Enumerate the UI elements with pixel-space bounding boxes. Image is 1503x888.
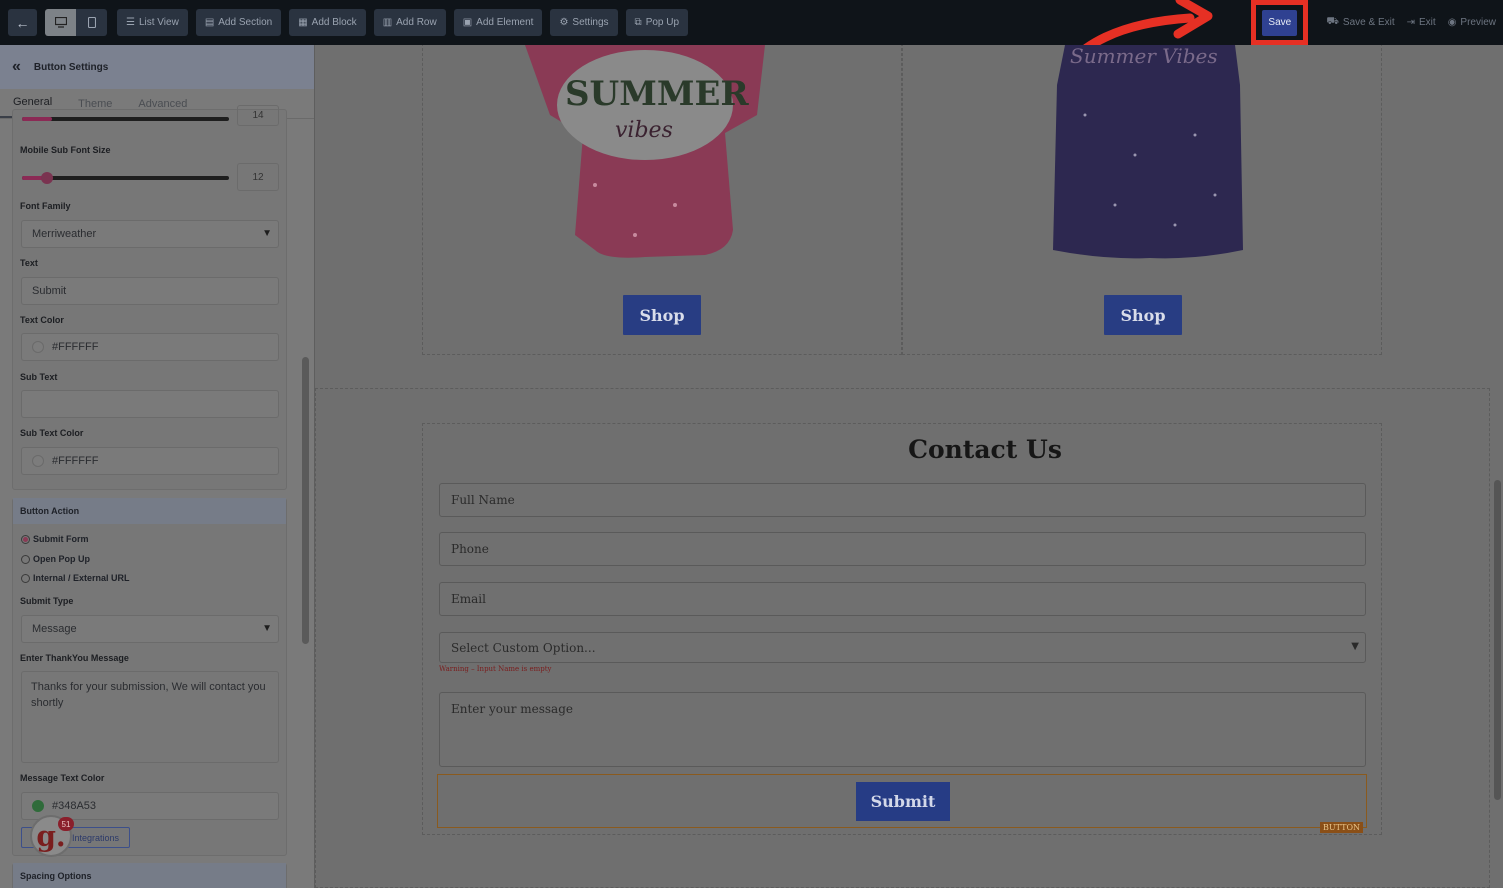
section-icon: ▤ bbox=[204, 17, 215, 28]
mobile-sub-font-size-slider[interactable] bbox=[22, 172, 229, 184]
settings-sidebar: « Button Settings General Theme Advanced… bbox=[0, 45, 315, 888]
contact-title: Contact Us bbox=[908, 435, 1062, 464]
arrow-left-icon: ← bbox=[15, 14, 30, 31]
submit-button-wrapper[interactable]: Submit BUTTON bbox=[437, 774, 1367, 833]
sub-text-input[interactable] bbox=[21, 390, 279, 418]
mobile-sub-font-size-label: Mobile Sub Font Size bbox=[20, 145, 111, 155]
button-action-header: Button Action bbox=[13, 498, 286, 524]
add-block-button[interactable]: ▦ Add Block bbox=[289, 9, 366, 36]
text-label: Text bbox=[20, 258, 38, 268]
save-highlight: Save bbox=[1251, 0, 1309, 45]
mobile-icon bbox=[87, 17, 96, 28]
sub-text-label: Sub Text bbox=[20, 372, 58, 382]
editor-canvas: SUMMER vibes Summer Vibes Shop Shop Cont… bbox=[315, 45, 1503, 888]
add-row-button[interactable]: ▥ Add Row bbox=[373, 9, 446, 36]
shirt-art-text: SUMMER bbox=[565, 74, 749, 114]
thankyou-label: Enter ThankYou Message bbox=[20, 653, 129, 663]
back-button[interactable]: ← bbox=[8, 9, 37, 36]
sub-font-size-slider[interactable] bbox=[22, 117, 229, 121]
row-icon: ▥ bbox=[382, 17, 393, 28]
list-view-button[interactable]: ☰ List View bbox=[117, 9, 188, 36]
thankyou-message-textarea[interactable]: Thanks for your submission, We will cont… bbox=[21, 671, 279, 763]
radio-dot bbox=[21, 554, 30, 564]
add-element-button[interactable]: ▣ Add Element bbox=[453, 9, 543, 36]
block-icon: ▦ bbox=[298, 17, 308, 28]
radio-submit-form[interactable]: Submit Form bbox=[21, 534, 89, 544]
pink-tshirt-image: SUMMER vibes bbox=[525, 45, 765, 258]
warning-text: Warning – Input Name is empty bbox=[439, 665, 552, 673]
radio-open-popup[interactable]: Open Pop Up bbox=[21, 554, 90, 564]
exit-button[interactable]: ⇥ Exit bbox=[1407, 17, 1436, 28]
button-text-input[interactable]: Submit bbox=[21, 277, 279, 305]
spacing-options-header[interactable]: Spacing Options bbox=[13, 863, 286, 888]
eye-icon: ◉ bbox=[1447, 17, 1457, 28]
desktop-icon bbox=[54, 17, 67, 28]
settings-icon: ⚙ bbox=[559, 17, 569, 28]
sub-text-color-input[interactable]: #FFFFFF bbox=[21, 447, 279, 475]
element-icon: ▣ bbox=[462, 17, 473, 28]
save-button[interactable]: Save bbox=[1262, 9, 1298, 36]
canvas-scrollbar[interactable] bbox=[1494, 480, 1501, 800]
radio-url[interactable]: Internal / External URL bbox=[21, 573, 130, 583]
full-name-input[interactable]: Full Name bbox=[439, 483, 1366, 517]
text-color-input[interactable]: #FFFFFF bbox=[21, 333, 279, 361]
text-color-label: Text Color bbox=[20, 315, 64, 325]
top-toolbar: ← ☰ List View ▤ Add Section ▦ Add Block ▥ Ad… bbox=[0, 0, 1503, 45]
mobile-sub-font-size-input[interactable]: 12 bbox=[237, 163, 279, 191]
radio-dot bbox=[21, 534, 30, 544]
sub-font-size-input[interactable]: 14 bbox=[237, 105, 279, 126]
svg-text:vibes: vibes bbox=[615, 118, 673, 143]
save-exit-button[interactable]: ⛟ Save & Exit bbox=[1326, 16, 1394, 29]
chevron-down-icon: ▼ bbox=[262, 623, 272, 634]
email-input[interactable]: Email bbox=[439, 582, 1366, 616]
slider-thumb[interactable] bbox=[40, 172, 53, 184]
phone-input[interactable]: Phone bbox=[439, 532, 1366, 566]
list-icon: ☰ bbox=[126, 17, 135, 28]
popup-button[interactable]: ⧉ Pop Up bbox=[625, 9, 689, 36]
radio-dot bbox=[21, 573, 30, 583]
svg-text:Summer Vibes: Summer Vibes bbox=[1070, 45, 1218, 68]
font-family-label: Font Family bbox=[20, 201, 71, 211]
toolbar-right: Save ⛟ Save & Exit ⇥ Exit ◉ Preview bbox=[1251, 0, 1496, 45]
double-chevron-left-icon[interactable]: « bbox=[12, 58, 21, 76]
chevron-down-icon: ▼ bbox=[262, 228, 272, 239]
popup-icon: ⧉ bbox=[634, 17, 642, 28]
sidebar-scroll-area: 14 Mobile Sub Font Size 12 Font Family M… bbox=[0, 105, 314, 888]
sidebar-scrollbar[interactable] bbox=[302, 357, 309, 644]
message-textarea[interactable]: Enter your message bbox=[439, 692, 1366, 767]
color-swatch[interactable] bbox=[32, 455, 44, 467]
message-text-color-input[interactable]: #348A53 bbox=[21, 792, 279, 820]
shop-button-1[interactable]: Shop bbox=[623, 295, 701, 335]
notification-count: 51 bbox=[58, 817, 74, 831]
add-section-button[interactable]: ▤ Add Section bbox=[195, 9, 282, 36]
font-family-select[interactable]: Merriweather ▼ bbox=[21, 220, 279, 248]
custom-option-select[interactable]: Select Custom Option... ▼ bbox=[439, 632, 1366, 663]
preview-button[interactable]: ◉ Preview bbox=[1448, 17, 1496, 28]
color-swatch[interactable] bbox=[32, 800, 44, 812]
desktop-view-button[interactable] bbox=[45, 9, 76, 36]
chevron-down-icon: ▼ bbox=[1351, 641, 1359, 652]
submit-type-label: Submit Type bbox=[20, 596, 74, 606]
sidebar-header: « Button Settings bbox=[0, 45, 314, 89]
shop-button-2[interactable]: Shop bbox=[1104, 295, 1182, 335]
mobile-view-button[interactable] bbox=[76, 9, 107, 36]
exit-icon: ⇥ bbox=[1406, 17, 1416, 28]
save-exit-icon: ⛟ bbox=[1326, 16, 1339, 27]
color-swatch[interactable] bbox=[32, 341, 44, 353]
submit-type-select[interactable]: Message ▼ bbox=[21, 615, 279, 643]
purple-tshirt-image: Summer Vibes bbox=[1053, 45, 1243, 259]
device-switcher bbox=[45, 9, 107, 36]
settings-button[interactable]: ⚙ Settings bbox=[550, 9, 618, 36]
sidebar-title: Button Settings bbox=[33, 61, 109, 73]
sub-text-color-label: Sub Text Color bbox=[20, 428, 84, 438]
message-text-color-label: Message Text Color bbox=[20, 773, 105, 783]
submit-button[interactable]: Submit bbox=[856, 782, 950, 821]
element-type-tag: BUTTON bbox=[1320, 822, 1363, 833]
